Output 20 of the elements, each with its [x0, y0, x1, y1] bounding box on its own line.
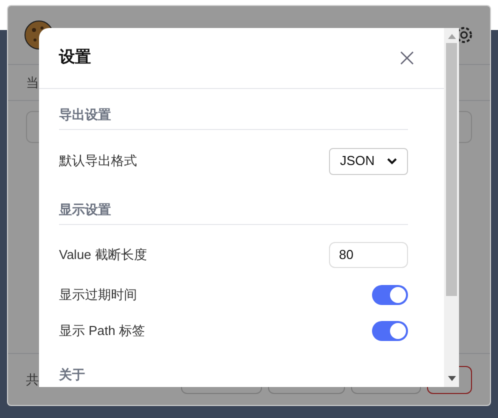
- header-label: 当: [26, 74, 39, 92]
- format-select[interactable]: JSON: [329, 148, 408, 174]
- toggle-switch[interactable]: [372, 285, 408, 305]
- close-icon[interactable]: [400, 51, 414, 65]
- setting-label: 默认导出格式: [59, 153, 137, 169]
- setting-label: 显示过期时间: [59, 287, 137, 303]
- scrollbar[interactable]: [444, 28, 459, 387]
- scroll-up-icon[interactable]: [448, 34, 456, 39]
- section-heading: 导出设置: [59, 107, 111, 123]
- section-heading: 关于: [59, 367, 85, 383]
- footer-label: 共: [26, 370, 39, 389]
- input-field[interactable]: 80: [329, 242, 408, 268]
- setting-label: 显示 Path 标签: [59, 323, 145, 339]
- dialog-title: 设置: [59, 48, 91, 68]
- setting-label: Value 截断长度: [59, 247, 147, 263]
- toggle-switch[interactable]: [372, 321, 408, 341]
- chevron-down-icon: [387, 158, 397, 164]
- section-heading: 显示设置: [59, 202, 111, 218]
- scrollbar-thumb[interactable]: [446, 43, 457, 296]
- scroll-down-icon[interactable]: [448, 376, 456, 381]
